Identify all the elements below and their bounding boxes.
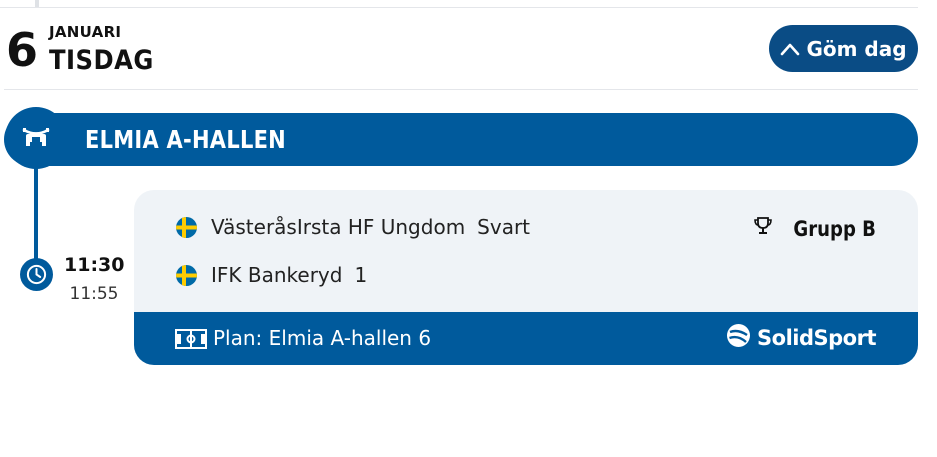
away-team-row: IFK Bankeryd 1 <box>176 262 367 288</box>
solidsport-link[interactable]: SolidSport <box>726 323 876 353</box>
chevron-up-icon <box>780 42 800 56</box>
arena-icon <box>21 125 51 152</box>
venue-icon-badge <box>5 107 67 169</box>
plan-label: Plan: Elmia A-hallen 6 <box>213 326 432 350</box>
home-team-name: VästeråsIrsta HF Ungdom <box>211 215 466 239</box>
match-end-time: 11:55 <box>69 284 119 304</box>
venue-name: ELMIA A-HALLEN <box>85 125 287 154</box>
home-team-row: VästeråsIrsta HF Ungdom Svart <box>176 214 530 240</box>
date-month: JANUARI <box>49 23 122 41</box>
solidsport-label: SolidSport <box>757 326 876 350</box>
clock-icon <box>20 258 53 291</box>
sweden-flag-icon <box>176 216 197 238</box>
home-team-detail: Svart <box>477 215 531 239</box>
trophy-icon <box>753 216 773 241</box>
date-weekday: TISDAG <box>49 45 154 76</box>
solidsport-logo-icon <box>726 323 751 353</box>
match-card[interactable]: VästeråsIrsta HF Ungdom Svart IFK Bankery… <box>134 190 918 365</box>
match-start-time: 11:30 <box>64 254 125 276</box>
divider-middle <box>4 89 918 90</box>
divider-top <box>0 7 918 8</box>
date-day: 6 <box>6 23 39 77</box>
timeline-line <box>34 166 38 264</box>
away-team-name: IFK Bankeryd <box>211 263 343 287</box>
sweden-flag-icon <box>176 264 197 286</box>
group-badge: Grupp B <box>753 216 876 241</box>
group-label: Grupp B <box>793 216 876 241</box>
hide-day-label: Göm dag <box>806 36 907 61</box>
away-team-detail: 1 <box>354 263 368 287</box>
match-card-footer: Plan: Elmia A-hallen 6 SolidSport <box>134 312 918 365</box>
hide-day-button[interactable]: Göm dag <box>769 25 918 72</box>
pitch-icon <box>175 329 207 354</box>
timeline-line-top <box>35 0 39 7</box>
